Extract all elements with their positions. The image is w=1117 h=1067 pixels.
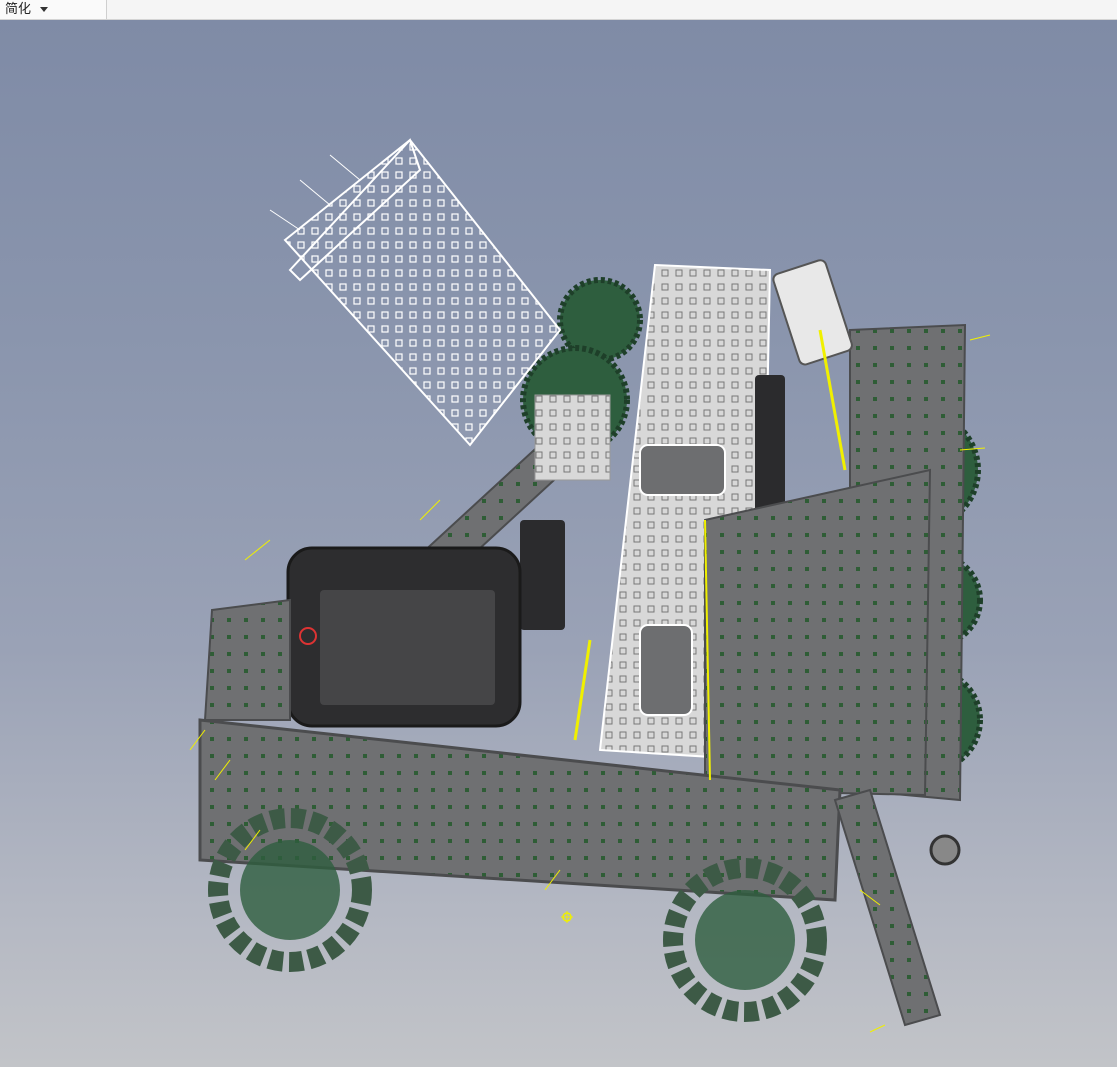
origin-marker-icon [561, 911, 573, 923]
display-mode-label: 简化 [5, 2, 32, 17]
right-front-plate[interactable] [704, 468, 932, 797]
robot-assembly-render[interactable] [0, 20, 1117, 1067]
caret-down-icon[interactable] [40, 7, 49, 12]
3d-viewport[interactable] [0, 20, 1117, 1067]
power-button-icon [299, 627, 317, 645]
display-mode-dropdown[interactable]: 简化 [0, 0, 107, 19]
v5-brain[interactable] [286, 546, 522, 728]
intake-wireframe[interactable] [269, 138, 562, 447]
brain-screen [320, 590, 495, 705]
lower-right-arm[interactable] [833, 788, 961, 1027]
top-toolbar: 简化 [0, 0, 1117, 20]
